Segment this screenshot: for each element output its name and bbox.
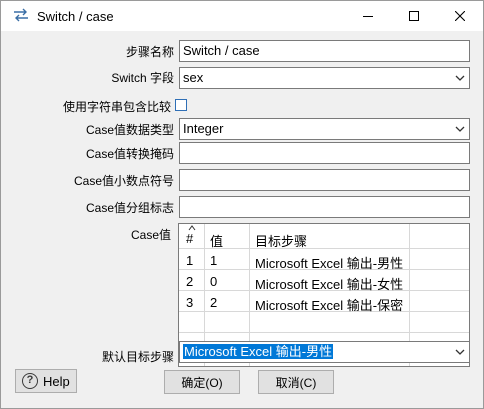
close-icon: [455, 11, 465, 21]
question-circle-icon: ?: [22, 373, 38, 389]
chevron-down-icon: [455, 349, 465, 355]
switch-field-label: Switch 字段: [111, 71, 174, 85]
close-button[interactable]: [437, 1, 483, 31]
row-target-step[interactable]: Microsoft Excel 输出-保密: [255, 295, 403, 314]
column-header-target[interactable]: 目标步骤: [255, 231, 307, 250]
row-value[interactable]: 1: [210, 253, 217, 268]
maximize-button[interactable]: [391, 1, 437, 31]
conversion-mask-label: Case值转换掩码: [85, 147, 174, 161]
row-number: 3: [186, 295, 194, 310]
decimal-symbol-label: Case值小数点符号: [73, 174, 174, 188]
chevron-down-icon: [455, 75, 465, 81]
dialog-body: 步骤名称 Switch / case Switch 字段 sex 使用字符串包含…: [1, 31, 483, 408]
maximize-icon: [409, 11, 419, 21]
default-target-value: Microsoft Excel 输出-男性: [183, 344, 334, 359]
column-header-number[interactable]: #: [186, 231, 193, 246]
row-number: 1: [186, 253, 194, 268]
column-header-value[interactable]: 值: [210, 231, 223, 250]
grouping-symbol-label: Case值分组标志: [85, 201, 174, 215]
use-contains-checkbox[interactable]: [175, 99, 187, 111]
use-contains-label: 使用字符串包含比较: [62, 100, 171, 114]
case-type-label: Case值数据类型: [85, 123, 174, 137]
row-value[interactable]: 0: [210, 274, 217, 289]
row-number: 2: [186, 274, 194, 289]
switch-case-dialog: Switch / case 步骤名称 Switch / case Switch …: [0, 0, 484, 409]
cancel-button[interactable]: 取消(C): [258, 370, 334, 394]
switch-field-select[interactable]: sex: [179, 67, 470, 89]
minimize-button[interactable]: [345, 1, 391, 31]
minimize-icon: [363, 16, 373, 17]
switch-field-value: sex: [183, 70, 204, 85]
chevron-down-icon: [455, 126, 465, 132]
window-title: Switch / case: [37, 9, 114, 24]
help-button[interactable]: ? Help: [15, 369, 77, 393]
case-type-select[interactable]: Integer: [179, 118, 470, 140]
row-target-step[interactable]: Microsoft Excel 输出-男性: [255, 253, 403, 272]
row-value[interactable]: 2: [210, 295, 217, 310]
row-target-step[interactable]: Microsoft Excel 输出-女性: [255, 274, 403, 293]
default-target-select[interactable]: Microsoft Excel 输出-男性: [179, 341, 470, 363]
help-button-label: Help: [43, 374, 70, 389]
ok-button[interactable]: 确定(O): [164, 370, 240, 394]
grouping-symbol-input[interactable]: [179, 196, 470, 218]
step-name-label: 步骤名称: [125, 45, 174, 59]
case-values-label: Case值: [130, 228, 171, 242]
title-bar: Switch / case: [1, 1, 483, 31]
case-type-value: Integer: [183, 121, 224, 136]
step-name-input[interactable]: Switch / case: [179, 40, 470, 62]
switch-arrows-icon: [14, 8, 28, 22]
decimal-symbol-input[interactable]: [179, 169, 470, 191]
default-target-label: 默认目标步骤: [101, 350, 174, 364]
conversion-mask-input[interactable]: [179, 142, 470, 164]
row-divider: [179, 332, 469, 333]
